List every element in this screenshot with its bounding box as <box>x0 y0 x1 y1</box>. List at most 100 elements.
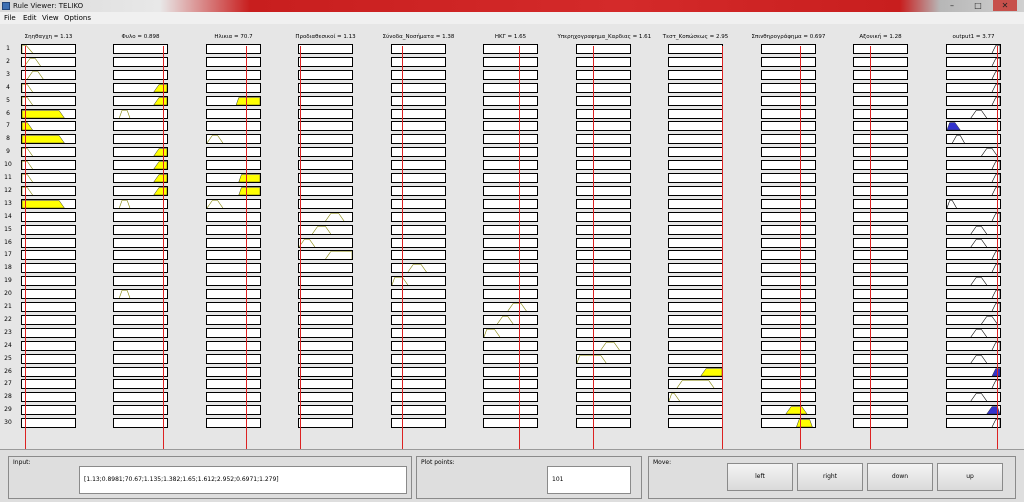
rule-cell <box>298 147 353 158</box>
membership-plot <box>119 199 131 208</box>
rule-cell <box>298 82 353 93</box>
rule-cell <box>391 121 446 132</box>
rule-cell <box>853 147 908 158</box>
rule-cell <box>761 173 816 183</box>
input-value-marker[interactable] <box>593 46 594 449</box>
membership-plot <box>676 380 715 389</box>
control-panel: Input: [1.13;0.8981;70.67;1.135;1.382;1.… <box>0 449 1024 502</box>
input-value-marker[interactable] <box>722 46 723 449</box>
rule-cell <box>391 198 446 209</box>
rule-cell <box>206 392 261 403</box>
membership-plot <box>238 187 260 195</box>
membership-plot <box>27 70 44 79</box>
move-label: Move: <box>653 459 672 466</box>
membership-plot <box>22 109 65 118</box>
plot-points-field[interactable]: 101 <box>547 466 631 494</box>
menu-edit[interactable]: Edit <box>23 13 37 23</box>
rule-cell <box>576 56 631 67</box>
rule-cell <box>576 263 631 274</box>
rule-cell <box>206 276 261 287</box>
input-value-marker[interactable] <box>519 46 520 449</box>
move-up-button[interactable]: up <box>937 463 1003 491</box>
rule-cell <box>298 95 353 106</box>
membership-curve <box>407 264 427 273</box>
rule-number: 29 <box>4 406 12 414</box>
input-value-marker[interactable] <box>800 46 801 449</box>
move-right-button[interactable]: right <box>797 463 863 491</box>
membership-curve <box>325 251 352 260</box>
variable-title: Τεστ_Κοπώσεως = 2.95 <box>662 34 729 40</box>
membership-curve <box>22 161 33 170</box>
close-icon[interactable]: ✕ <box>993 0 1017 11</box>
membership-plot <box>947 199 957 208</box>
membership-plot <box>700 367 722 376</box>
rule-cell <box>206 69 261 80</box>
rule-cell <box>298 160 353 171</box>
rule-cell <box>206 263 261 274</box>
rule-cell <box>761 392 816 403</box>
membership-curve <box>600 341 620 350</box>
membership-plot <box>235 96 260 105</box>
rule-grid[interactable]: 1 2 3 4 5 6 7 8 9 10 11 12 13 14 15 16 17 18 19 20 21 22 23 24 2… <box>0 24 1024 449</box>
rule-cell <box>483 314 538 325</box>
membership-plot <box>991 303 1000 311</box>
rule-cell <box>391 327 446 338</box>
move-down-button[interactable]: down <box>867 463 933 491</box>
rule-cell <box>21 147 76 158</box>
rule-cell <box>298 276 353 287</box>
rule-cell <box>483 95 538 106</box>
rule-cell <box>113 173 168 183</box>
matlab-app-icon <box>2 2 10 10</box>
input-vector-field[interactable]: [1.13;0.8981;70.67;1.135;1.382;1.65;1.61… <box>79 466 407 494</box>
menu-file[interactable]: File <box>4 13 16 23</box>
rule-cell <box>946 379 1001 390</box>
input-value-marker[interactable] <box>25 46 26 449</box>
membership-plot <box>22 135 65 144</box>
rule-cell <box>761 160 816 171</box>
membership-curve <box>669 393 680 402</box>
membership-plot <box>238 174 260 182</box>
membership-curve <box>119 199 131 208</box>
fired-membership-area <box>238 187 260 195</box>
membership-curve <box>970 109 987 118</box>
fired-membership-area <box>700 367 722 376</box>
move-left-button[interactable]: left <box>727 463 793 491</box>
rule-cell <box>113 44 168 54</box>
menu-view[interactable]: View <box>42 13 59 23</box>
rule-cell <box>761 198 816 209</box>
rule-number: 28 <box>4 393 12 401</box>
membership-plot <box>970 277 987 286</box>
rule-cell <box>853 198 908 209</box>
rule-cell <box>21 173 76 183</box>
membership-plot <box>22 187 33 195</box>
membership-plot <box>991 58 1000 66</box>
input-value-marker[interactable] <box>163 46 164 449</box>
rule-cell <box>206 379 261 390</box>
rule-cell <box>113 224 168 235</box>
rule-cell <box>391 224 446 235</box>
membership-plot <box>952 135 965 144</box>
membership-plot <box>785 406 808 415</box>
menu-options[interactable]: Options <box>64 13 91 23</box>
membership-plot <box>991 419 1000 428</box>
rule-cell <box>853 366 908 377</box>
input-value-marker[interactable] <box>997 46 998 449</box>
rule-cell <box>206 134 261 145</box>
input-value-marker[interactable] <box>402 46 403 449</box>
input-value-marker[interactable] <box>870 46 871 449</box>
rule-cell <box>946 237 1001 248</box>
variable-title: Ηλικια = 70.7 <box>214 34 253 40</box>
rule-cell <box>391 185 446 196</box>
rule-cell <box>853 56 908 67</box>
input-value-marker[interactable] <box>300 46 301 449</box>
minimize-icon[interactable]: – <box>940 0 964 11</box>
input-value-marker[interactable] <box>246 46 247 449</box>
rule-cell <box>298 314 353 325</box>
rule-cell <box>483 418 538 429</box>
rule-number: 5 <box>6 96 10 104</box>
maximize-icon[interactable]: □ <box>966 0 990 11</box>
rule-cell <box>298 108 353 119</box>
rule-number: 15 <box>4 225 12 233</box>
rule-cell <box>298 250 353 261</box>
rule-cell <box>576 314 631 325</box>
